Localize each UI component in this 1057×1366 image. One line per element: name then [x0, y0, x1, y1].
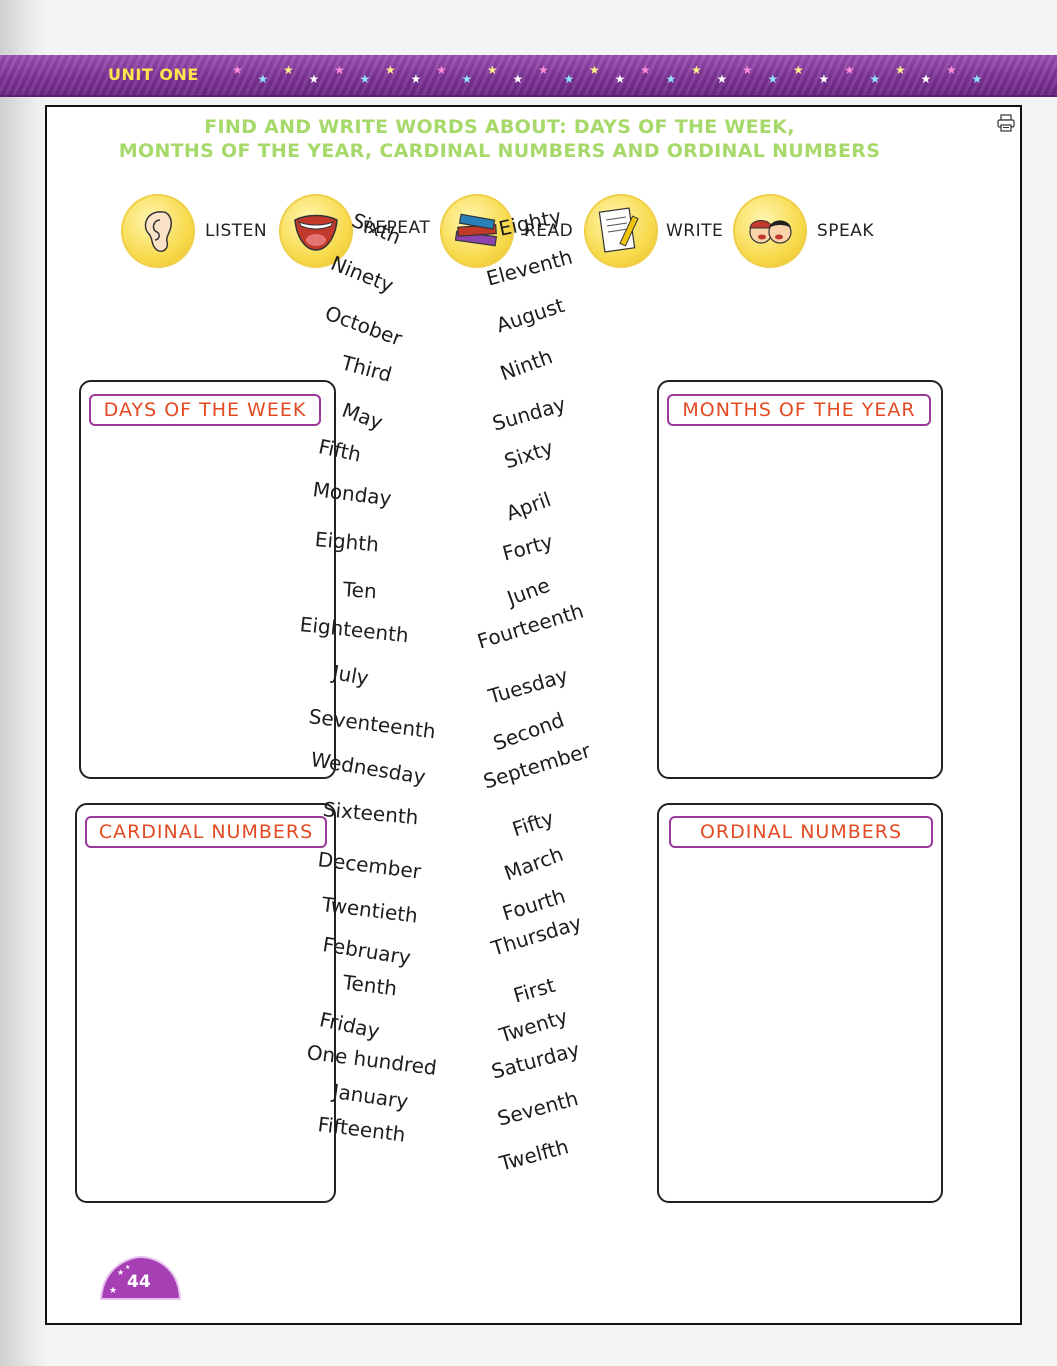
banner-star-icon: ★	[461, 72, 473, 86]
banner-star-icon: ★	[844, 63, 855, 77]
unit-title: UNIT ONE	[108, 65, 199, 84]
banner-star-icon: ★	[538, 63, 549, 77]
banner-star-icon: ★	[308, 72, 320, 86]
banner-star-icon: ★	[640, 63, 651, 77]
word-item: April	[502, 487, 555, 526]
word-item: Seventh	[494, 1086, 581, 1131]
word-item: Ten	[342, 577, 378, 604]
banner-star-icon: ★	[946, 63, 957, 77]
page-number: 44	[127, 1272, 151, 1292]
banner-star-icon: ★	[742, 63, 753, 77]
ordinal-numbers-box[interactable]	[657, 803, 943, 1203]
banner-star-icon: ★	[385, 63, 396, 77]
days-of-week-title: DAYS OF THE WEEK	[89, 394, 321, 426]
unit-banner: UNIT ONE ★ ★ ★ ★ ★ ★ ★ ★ ★ ★ ★ ★ ★ ★ ★ ★ ★ ★ ★ ★ ★ ★ ★ ★ ★ ★ ★ ★ ★ ★	[0, 55, 1057, 97]
banner-star-icon: ★	[767, 72, 779, 86]
svg-text:★: ★	[125, 1264, 130, 1271]
printer-icon[interactable]	[997, 114, 1015, 132]
banner-star-icon: ★	[665, 72, 677, 86]
word-item: October	[321, 300, 406, 351]
banner-star-icon: ★	[793, 63, 804, 77]
cardinal-numbers-title: CARDINAL NUMBERS	[85, 816, 327, 848]
word-item: June	[503, 572, 554, 611]
paper-pencil-icon	[584, 194, 658, 268]
word-item: Sixty	[501, 435, 557, 474]
days-of-week-box[interactable]	[79, 380, 336, 779]
svg-text:★: ★	[109, 1286, 117, 1296]
banner-star-icon: ★	[818, 72, 830, 86]
banner-star-icon: ★	[283, 63, 294, 77]
word-item: July	[330, 660, 371, 691]
word-item: Fourteenth	[474, 598, 587, 654]
banner-star-icon: ★	[512, 72, 524, 86]
banner-star-icon: ★	[869, 72, 881, 86]
months-of-year-box[interactable]	[657, 380, 943, 779]
worksheet-page: FIND AND WRITE WORDS ABOUT: DAYS OF THE …	[45, 105, 1022, 1325]
word-item: First	[510, 972, 558, 1008]
banner-star-icon: ★	[257, 72, 269, 86]
instruction-line-2: MONTHS OF THE YEAR, CARDINAL NUMBERS AND…	[118, 140, 881, 162]
word-item: May	[338, 397, 386, 435]
word-item: August	[493, 292, 568, 338]
word-item: Thursday	[488, 910, 585, 961]
banner-star-icon: ★	[589, 63, 600, 77]
word-item: Forty	[499, 529, 556, 566]
word-item: March	[500, 841, 567, 886]
word-item: Tuesday	[485, 663, 571, 709]
banner-star-icon: ★	[334, 63, 345, 77]
word-item: Sixth	[348, 207, 405, 250]
banner-star-icon: ★	[614, 72, 626, 86]
banner-star-icon: ★	[895, 63, 906, 77]
cardinal-numbers-box[interactable]	[75, 803, 336, 1203]
word-item: Wednesday	[309, 747, 428, 789]
word-item: Twelfth	[496, 1134, 572, 1176]
banner-star-icon: ★	[563, 72, 575, 86]
instruction-line-1: FIND AND WRITE WORDS ABOUT: DAYS OF THE …	[204, 116, 795, 138]
skill-label: LISTEN	[205, 221, 268, 241]
ordinal-numbers-title: ORDINAL NUMBERS	[669, 816, 933, 848]
banner-star-icon: ★	[487, 63, 498, 77]
banner-star-icon: ★	[716, 72, 728, 86]
page-edge-shadow	[0, 0, 48, 1366]
kids-talking-icon	[733, 194, 807, 268]
banner-star-icon: ★	[359, 72, 371, 86]
word-item: Ninety	[327, 250, 397, 298]
banner-star-icon: ★	[410, 72, 422, 86]
banner-star-icon: ★	[971, 72, 983, 86]
word-item: Sixteenth	[321, 797, 420, 830]
word-item: Fifty	[509, 805, 557, 842]
skill-label: SPEAK	[817, 221, 875, 241]
word-item: Tenth	[341, 970, 399, 1001]
word-item: January	[331, 1079, 410, 1114]
skill-label: WRITE	[666, 221, 724, 241]
word-item: Third	[338, 350, 395, 387]
banner-star-icon: ★	[920, 72, 932, 86]
svg-text:★: ★	[117, 1268, 124, 1277]
banner-star-icon: ★	[436, 63, 447, 77]
banner-star-icon: ★	[232, 63, 243, 77]
word-item: Sunday	[489, 391, 569, 436]
ear-icon	[121, 194, 195, 268]
word-item: Ninth	[496, 344, 556, 386]
page-number-badge: ★ ★ ★ 44	[99, 1255, 182, 1300]
months-of-year-title: MONTHS OF THE YEAR	[667, 394, 931, 426]
banner-star-icon: ★	[691, 63, 702, 77]
banner-stars: ★ ★ ★ ★ ★ ★ ★ ★ ★ ★ ★ ★ ★ ★ ★ ★ ★ ★ ★ ★ ★ ★ ★ ★ ★ ★ ★ ★ ★ ★	[232, 61, 1012, 91]
